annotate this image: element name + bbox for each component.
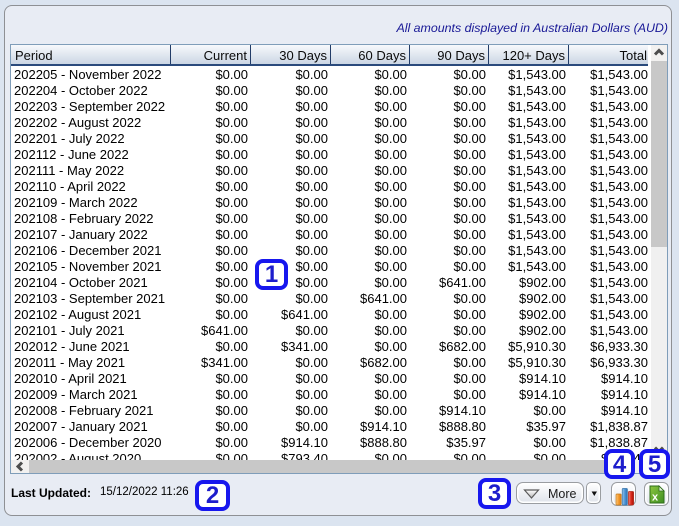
svg-text:x: x [652, 492, 659, 504]
